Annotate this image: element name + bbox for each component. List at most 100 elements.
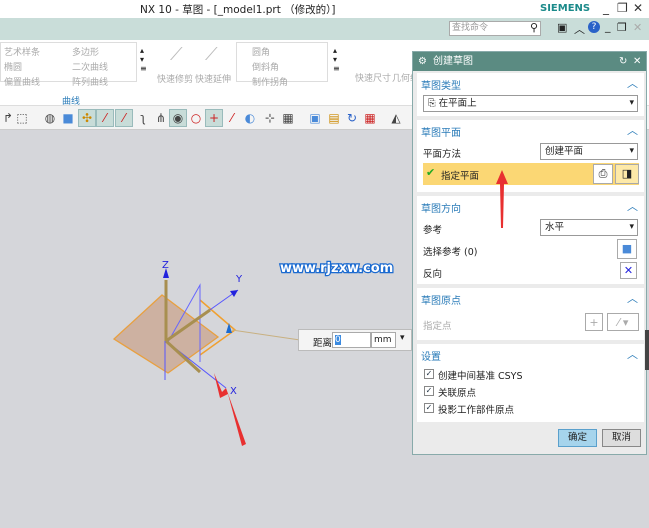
layout-icon[interactable]: ▦: [362, 110, 378, 126]
section-header[interactable]: 草图平面: [421, 124, 461, 139]
quick-dimension-button[interactable]: 快速尺寸: [355, 71, 391, 84]
specify-point-label: 指定点: [423, 321, 452, 332]
cube-icon[interactable]: ■: [60, 110, 76, 126]
reverse-direction-button[interactable]: ✕: [620, 262, 637, 279]
line-icon[interactable]: ⁄: [115, 109, 133, 127]
rectangle-select-icon[interactable]: ⬚: [14, 110, 30, 126]
reverse-label: 反向: [423, 269, 443, 280]
x-axis-label: X: [230, 386, 237, 397]
doc-restore-icon[interactable]: ❐: [617, 21, 627, 34]
sketch-type-value: 在平面上: [438, 98, 477, 109]
center-point-icon[interactable]: ◉: [169, 109, 187, 127]
siemens-logo: SIEMENS: [540, 3, 591, 14]
point-on-curve-icon[interactable]: +: [205, 109, 223, 127]
help-icon[interactable]: ?: [588, 21, 600, 33]
snap-points-icon[interactable]: ✣: [78, 109, 96, 127]
polygon-button[interactable]: 多边形: [72, 45, 99, 58]
gallery-scroll-icon[interactable]: ▴ ▾ ≡: [333, 46, 340, 73]
plane-method-select[interactable]: 创建平面: [540, 143, 638, 160]
reference-select[interactable]: 水平: [540, 219, 638, 236]
reset-icon[interactable]: ↻: [619, 52, 627, 71]
quick-trim-button[interactable]: 快速修剪: [157, 72, 193, 85]
gear-icon: ⚙: [418, 56, 427, 67]
close-icon[interactable]: ✕: [633, 52, 641, 71]
collapse-ribbon-icon[interactable]: ︿: [574, 21, 585, 37]
y-arrow-icon: [230, 290, 238, 297]
offset-curve-button[interactable]: 偏置曲线: [4, 75, 40, 88]
collapse-icon[interactable]: ︿: [627, 75, 638, 91]
curve-icon[interactable]: ʅ: [135, 110, 151, 126]
unit-select[interactable]: mm: [371, 332, 396, 348]
resource-bar-tab[interactable]: [645, 330, 649, 370]
cancel-button[interactable]: 取消: [602, 429, 641, 447]
point-type-button[interactable]: ⁄ ▾: [607, 313, 639, 331]
z-axis-label: Z: [162, 260, 169, 271]
section-header[interactable]: 草图类型: [421, 77, 461, 92]
doc-minimize-icon[interactable]: _: [605, 20, 611, 33]
plane-dialog-button[interactable]: ⎙: [593, 164, 613, 184]
collapse-icon[interactable]: ︿: [627, 198, 638, 214]
collapse-icon[interactable]: ︿: [627, 290, 638, 306]
full-screen-icon[interactable]: ▣: [557, 21, 567, 34]
distance-input-box: 距离 0 mm ▾: [298, 329, 412, 351]
plane-type-button[interactable]: ◨: [615, 164, 639, 184]
select-reference-button[interactable]: ■: [617, 239, 637, 259]
orient-view-icon[interactable]: ▤: [326, 110, 342, 126]
conic-button[interactable]: 二次曲线: [72, 60, 108, 73]
create-csys-checkbox[interactable]: ✓: [424, 369, 434, 379]
grid-icon[interactable]: ▦: [280, 110, 296, 126]
project-origin-label: 投影工作部件原点: [438, 405, 515, 416]
collapse-icon[interactable]: ︿: [627, 346, 638, 362]
specify-plane-row[interactable]: ✔ 指定平面 ⎙ ◨: [423, 163, 639, 185]
command-search-input[interactable]: 查找命令: [449, 21, 541, 36]
line-icon[interactable]: ⁄: [96, 109, 114, 127]
quadrant-icon[interactable]: ○: [188, 110, 204, 126]
dialog-title: 创建草图: [433, 56, 473, 67]
sketch-type-select[interactable]: ⎘ 在平面上: [423, 95, 638, 112]
associative-origin-checkbox[interactable]: ✓: [424, 386, 434, 396]
reference-label: 参考: [423, 225, 443, 236]
on-plane-icon: ⎘: [428, 98, 439, 109]
quick-trim-icon: ⟋: [170, 44, 183, 65]
sketch-plane-section: 草图平面 ︿ 平面方法 创建平面 ✔ 指定平面 ⎙ ◨: [417, 120, 644, 192]
chevron-down-icon[interactable]: ▾: [400, 333, 405, 343]
rotate-icon[interactable]: ↻: [344, 110, 360, 126]
chamfer-button[interactable]: 倒斜角: [252, 60, 279, 73]
existing-point-icon[interactable]: ⊹: [262, 110, 278, 126]
section-header[interactable]: 设置: [421, 348, 441, 363]
view-icon[interactable]: ◍: [42, 110, 58, 126]
make-corner-button[interactable]: 制作拐角: [252, 75, 288, 88]
window-title: NX 10 - 草图 - [_model1.prt （修改的）]: [140, 4, 336, 16]
restore-icon[interactable]: ❐: [617, 1, 628, 15]
distance-leader: [231, 329, 301, 341]
render-style-icon[interactable]: ◭: [388, 110, 404, 126]
gallery-scroll-icon[interactable]: ▴ ▾ ≡: [140, 46, 147, 73]
point-dialog-button[interactable]: +: [585, 313, 603, 331]
watermark: www.rjzxw.com: [280, 261, 393, 276]
minimize-icon[interactable]: _: [603, 1, 609, 15]
distance-handle-icon: [226, 323, 232, 333]
midpoint-icon[interactable]: ⁄: [224, 110, 240, 126]
section-header[interactable]: 草图原点: [421, 292, 461, 307]
select-reference-label: 选择参考 (0): [423, 247, 478, 258]
zoom-fit-icon[interactable]: ▣: [307, 110, 323, 126]
doc-close-icon[interactable]: ✕: [633, 21, 642, 34]
fillet-button[interactable]: 圆角: [252, 45, 270, 58]
ellipse-button[interactable]: 椭圆: [4, 60, 22, 73]
y-axis-label: Y: [235, 274, 243, 285]
create-csys-label: 创建中间基准 CSYS: [438, 371, 523, 382]
close-icon[interactable]: ✕: [633, 1, 643, 15]
surface-point-icon[interactable]: ◐: [242, 110, 258, 126]
search-icon[interactable]: ⚲: [530, 21, 538, 34]
intersection-icon[interactable]: ⋔: [153, 110, 169, 126]
section-header[interactable]: 草图方向: [421, 200, 461, 215]
project-origin-checkbox[interactable]: ✓: [424, 403, 434, 413]
collapse-icon[interactable]: ︿: [627, 122, 638, 138]
ok-button[interactable]: 确定: [558, 429, 597, 447]
studio-spline-button[interactable]: 艺术样条: [4, 45, 40, 58]
quick-extend-button[interactable]: 快速延伸: [195, 72, 231, 85]
pattern-curve-button[interactable]: 阵列曲线: [72, 75, 108, 88]
dialog-header: ⚙ 创建草图 ↻ ✕: [413, 52, 646, 71]
distance-input[interactable]: 0: [332, 332, 371, 348]
plane-method-label: 平面方法: [423, 149, 462, 160]
